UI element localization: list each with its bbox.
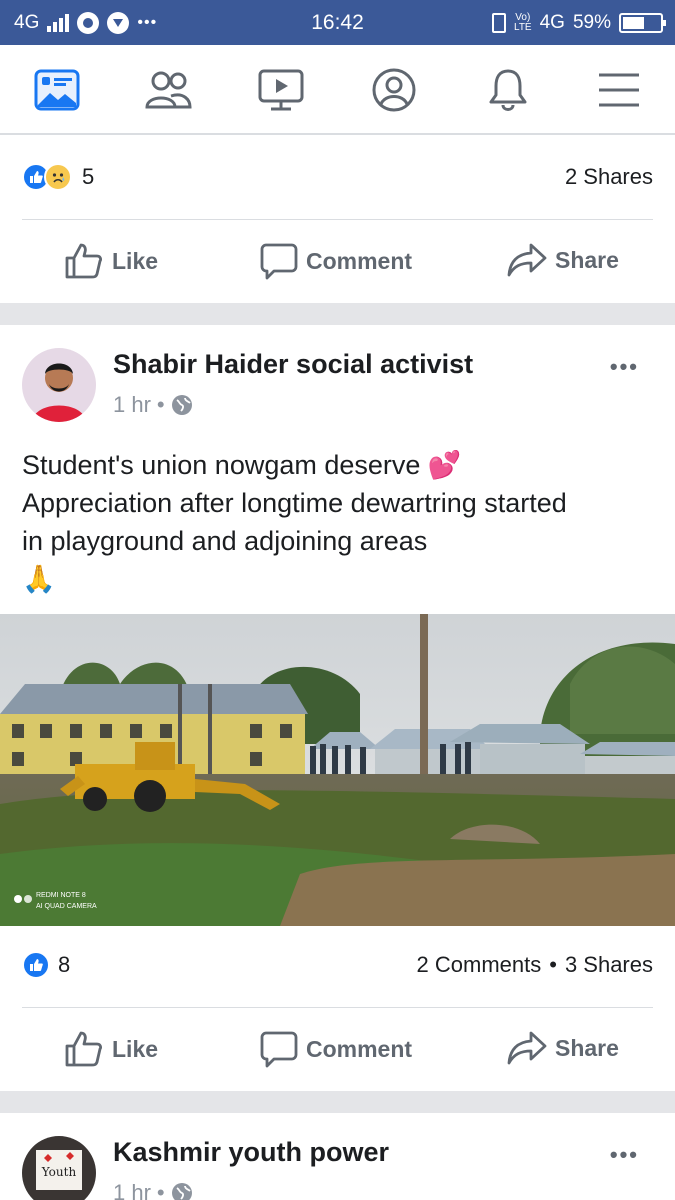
post1-stats: 5 2 Shares [22, 163, 653, 191]
shares-count[interactable]: 3 Shares [565, 952, 653, 978]
thumbs-up-icon [65, 243, 102, 279]
like-label: Like [112, 247, 159, 274]
stats-separator: • [549, 952, 557, 977]
watch-tab[interactable] [256, 67, 306, 113]
battery-icon [619, 12, 666, 33]
post-time[interactable]: 1 hr [113, 392, 151, 418]
battery-percent: 59% [572, 11, 611, 33]
svg-text:AI QUAD CAMERA: AI QUAD CAMERA [36, 903, 97, 910]
notifications-icon [489, 69, 527, 111]
post2-actions: Like Comment Share [0, 1008, 675, 1092]
share-label: Share [555, 246, 619, 273]
menu-tab[interactable] [594, 67, 644, 113]
news-feed-tab[interactable] [32, 67, 82, 113]
like-button[interactable]: Like [64, 1030, 158, 1068]
post-text-line: Appreciation after longtime dewartring s… [22, 488, 567, 518]
comment-label: Comment [306, 1035, 413, 1062]
avatar[interactable]: Youth [22, 1136, 96, 1200]
comment-button[interactable]: Comment [260, 1030, 412, 1068]
friends-icon [145, 71, 192, 109]
like-button[interactable]: Like [64, 242, 158, 280]
avatar-logo-text: Youth [41, 1165, 77, 1179]
like-reaction-icon[interactable] [22, 951, 50, 979]
vibrate-icon [492, 12, 506, 33]
sad-reaction-icon[interactable] [44, 163, 72, 191]
post-text-line: 🙏 [22, 564, 56, 594]
feed-separator [0, 303, 675, 325]
comment-label: Comment [306, 247, 413, 274]
watch-icon [258, 69, 304, 111]
thumbs-up-icon [65, 1031, 102, 1067]
post-meta: 1 hr • [113, 1180, 193, 1200]
more-options-icon[interactable]: ••• [610, 1142, 639, 1168]
post2-stats: 8 2 Comments • 3 Shares [22, 951, 653, 979]
share-label: Share [555, 1034, 619, 1061]
post-photo[interactable]: REDMI NOTE 8 AI QUAD CAMERA [0, 614, 675, 926]
comment-icon [260, 243, 298, 280]
shares-count[interactable]: 2 Shares [565, 164, 653, 190]
svg-text:REDMI NOTE 8: REDMI NOTE 8 [36, 892, 86, 899]
comment-icon [260, 1031, 298, 1068]
share-button[interactable]: Share [507, 242, 619, 278]
reaction-count[interactable]: 8 [58, 952, 70, 978]
post-text: Student's union nowgam deserve 💕 Appreci… [22, 446, 645, 598]
notifications-tab[interactable] [483, 67, 533, 113]
post-author[interactable]: Shabir Haider social activist [113, 349, 473, 380]
volte-icon: Vo) LTE [514, 11, 532, 33]
share-button[interactable]: Share [507, 1030, 619, 1066]
avatar[interactable] [22, 348, 96, 422]
post-text-line: Student's union nowgam deserve 💕 [22, 450, 462, 480]
comment-button[interactable]: Comment [260, 242, 412, 280]
more-options-icon[interactable]: ••• [610, 354, 639, 380]
globe-icon [171, 395, 192, 415]
feed-separator [0, 1091, 675, 1113]
network-type-right: 4G [539, 11, 565, 33]
like-label: Like [112, 1035, 159, 1062]
menu-icon [599, 73, 639, 107]
status-bar: 4G ••• 16:42 Vo) LTE 4G 59% [0, 0, 675, 45]
post-meta: 1 hr • [113, 392, 193, 418]
globe-icon [171, 1183, 192, 1200]
friends-tab[interactable] [143, 67, 193, 113]
top-nav [0, 45, 675, 135]
reaction-count[interactable]: 5 [82, 164, 94, 190]
post1-actions: Like Comment Share [0, 220, 675, 304]
post-text-line: in playground and adjoining areas [22, 526, 428, 556]
profile-icon [372, 68, 416, 112]
comments-count[interactable]: 2 Comments [417, 952, 542, 978]
share-icon [507, 243, 547, 277]
post-time[interactable]: 1 hr [113, 1180, 151, 1200]
profile-tab[interactable] [369, 67, 419, 113]
post-author[interactable]: Kashmir youth power [113, 1137, 389, 1168]
share-icon [507, 1031, 547, 1065]
status-right: Vo) LTE 4G 59% [492, 0, 666, 45]
news-feed-icon [34, 69, 80, 111]
